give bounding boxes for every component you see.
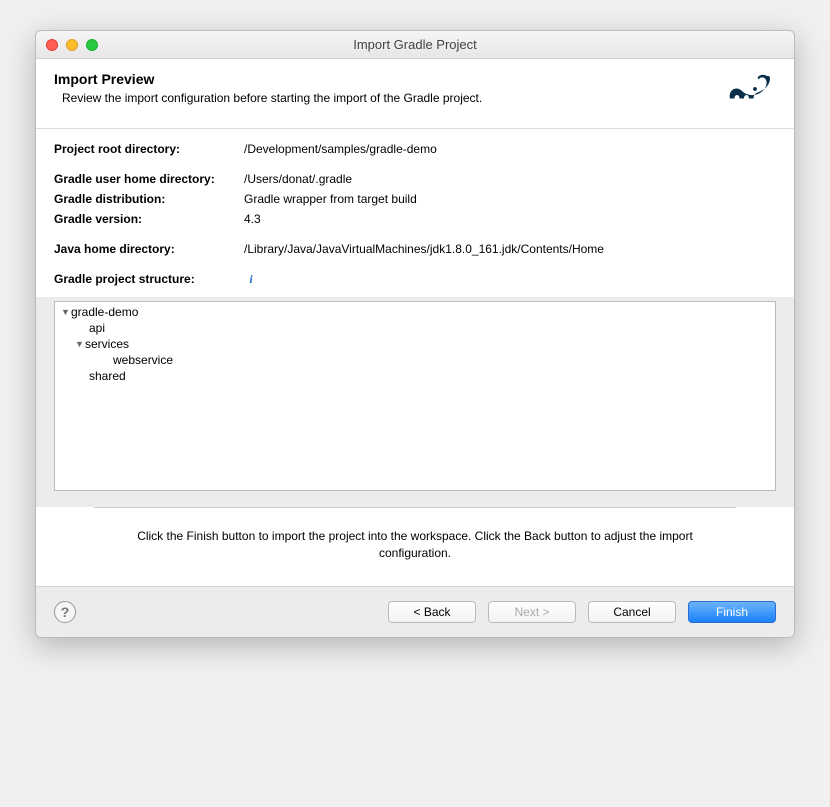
content-area: Project root directory: /Development/sam…: [36, 129, 794, 297]
titlebar: Import Gradle Project: [36, 31, 794, 59]
version-value: 4.3: [244, 212, 776, 226]
header-section: Import Preview Review the import configu…: [36, 59, 794, 129]
gradle-logo-icon: [726, 71, 776, 114]
tree-label: shared: [89, 369, 126, 383]
chevron-down-icon[interactable]: ▼: [75, 339, 85, 349]
user-home-label: Gradle user home directory:: [54, 172, 244, 186]
minimize-icon[interactable]: [66, 39, 78, 51]
zoom-icon[interactable]: [86, 39, 98, 51]
java-home-value: /Library/Java/JavaVirtualMachines/jdk1.8…: [244, 242, 776, 256]
chevron-down-icon[interactable]: ▼: [61, 307, 71, 317]
help-icon[interactable]: ?: [54, 601, 76, 623]
footer-area: Click the Finish button to import the pr…: [36, 507, 794, 586]
info-icon[interactable]: i: [244, 272, 258, 286]
version-label: Gradle version:: [54, 212, 244, 226]
back-button[interactable]: < Back: [388, 601, 476, 623]
tree-label: webservice: [113, 353, 173, 367]
tree-node-webservice[interactable]: webservice: [61, 352, 769, 368]
project-root-value: /Development/samples/gradle-demo: [244, 142, 776, 156]
page-title: Import Preview: [54, 71, 482, 87]
tree-node-shared[interactable]: shared: [61, 368, 769, 384]
window-controls: [36, 39, 98, 51]
java-home-label: Java home directory:: [54, 242, 244, 256]
tree-node-services[interactable]: ▼services: [61, 336, 769, 352]
project-root-label: Project root directory:: [54, 142, 244, 156]
user-home-value: /Users/donat/.gradle: [244, 172, 776, 186]
distribution-label: Gradle distribution:: [54, 192, 244, 206]
tree-label: gradle-demo: [71, 305, 138, 319]
tree-label: api: [89, 321, 105, 335]
cancel-button[interactable]: Cancel: [588, 601, 676, 623]
page-subtitle: Review the import configuration before s…: [54, 91, 482, 105]
divider: [94, 507, 736, 508]
window-title: Import Gradle Project: [36, 37, 794, 52]
distribution-value: Gradle wrapper from target build: [244, 192, 776, 206]
tree-node-root[interactable]: ▼gradle-demo: [61, 304, 769, 320]
tree-node-api[interactable]: api: [61, 320, 769, 336]
next-button: Next >: [488, 601, 576, 623]
close-icon[interactable]: [46, 39, 58, 51]
button-bar: ? < Back Next > Cancel Finish: [36, 586, 794, 637]
structure-label: Gradle project structure:: [54, 272, 244, 286]
project-tree[interactable]: ▼gradle-demo api ▼services webservice sh…: [54, 301, 776, 491]
finish-button[interactable]: Finish: [688, 601, 776, 623]
tree-label: services: [85, 337, 129, 351]
instruction-text: Click the Finish button to import the pr…: [54, 522, 776, 572]
dialog-window: Import Gradle Project Import Preview Rev…: [35, 30, 795, 638]
